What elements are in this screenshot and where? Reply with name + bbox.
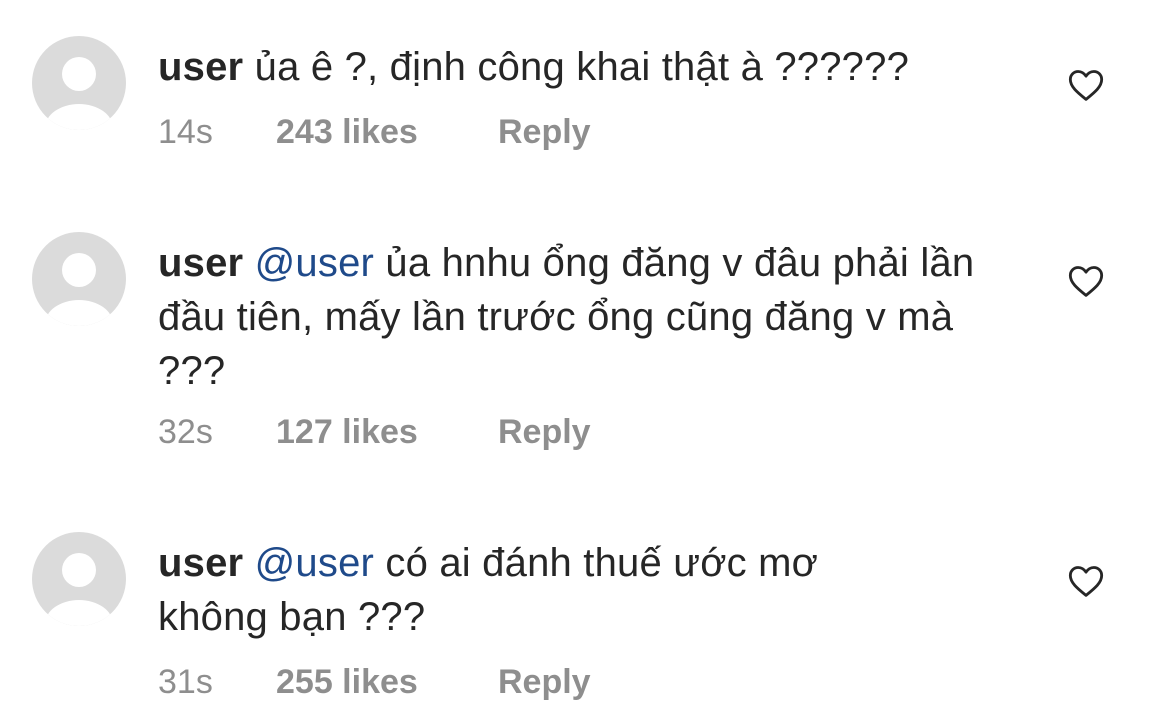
comment-username[interactable]: user — [158, 541, 243, 585]
heart-icon[interactable] — [1066, 65, 1106, 105]
comment-likes-count[interactable]: 127 likes — [276, 412, 498, 452]
default-avatar-icon — [32, 36, 126, 130]
default-avatar-icon — [32, 232, 126, 326]
comment-time: 31s — [158, 663, 213, 701]
comment-meta: 31s 255 likes Reply — [158, 662, 591, 702]
comment-meta: 32s 127 likes Reply — [158, 412, 591, 452]
default-avatar-icon — [32, 532, 126, 626]
comment-text: user ủa ê ?, định công khai thật à ?????… — [158, 40, 1018, 94]
heart-icon[interactable] — [1066, 561, 1106, 601]
comment-mention-link[interactable]: @user — [255, 241, 374, 285]
comment-time: 32s — [158, 413, 213, 451]
reply-button[interactable]: Reply — [498, 412, 591, 452]
comment-text: user @user ủa hnhu ổng đăng v đâu phải l… — [158, 236, 1018, 398]
comment-body: ủa ê ?, định công khai thật à ?????? — [254, 45, 910, 89]
comment-likes-count[interactable]: 255 likes — [276, 662, 498, 702]
comment-likes-count[interactable]: 243 likes — [276, 112, 498, 152]
reply-button[interactable]: Reply — [498, 112, 591, 152]
comment-username[interactable]: user — [158, 45, 243, 89]
comment-text: user @user có ai đánh thuế ước mơ không … — [158, 536, 918, 644]
reply-button[interactable]: Reply — [498, 662, 591, 702]
comment-time: 14s — [158, 113, 213, 151]
comment-username[interactable]: user — [158, 241, 243, 285]
comment-mention-link[interactable]: @user — [255, 541, 374, 585]
avatar[interactable] — [32, 232, 126, 326]
avatar[interactable] — [32, 36, 126, 130]
avatar[interactable] — [32, 532, 126, 626]
comment-meta: 14s 243 likes Reply — [158, 112, 591, 152]
heart-icon[interactable] — [1066, 261, 1106, 301]
